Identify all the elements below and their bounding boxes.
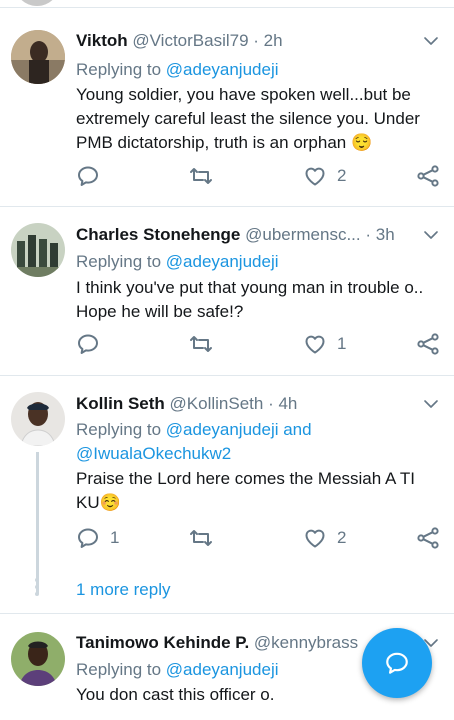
avatar[interactable] — [11, 30, 65, 84]
user-handle[interactable]: @ubermensc... — [245, 225, 361, 244]
avatar[interactable] — [11, 632, 65, 686]
heart-icon — [303, 164, 327, 188]
share-icon — [416, 164, 440, 188]
avatar[interactable] — [11, 223, 65, 277]
replying-to-second: @IwualaOkechukw2 — [76, 442, 231, 466]
user-handle[interactable]: @KollinSeth — [170, 394, 264, 413]
timestamp[interactable]: · 4h — [268, 394, 297, 413]
retweet-button[interactable] — [189, 332, 213, 356]
share-icon — [416, 526, 440, 550]
tweet-charles[interactable]: Charles Stonehenge @ubermensc... · 3h Re… — [0, 207, 454, 376]
like-button[interactable]: 2 — [303, 526, 346, 550]
display-name[interactable]: Charles Stonehenge — [76, 225, 240, 244]
user-handle[interactable]: @VictorBasil79 — [132, 31, 248, 50]
timestamp[interactable]: · 3h — [365, 225, 394, 244]
like-count: 2 — [337, 166, 347, 185]
mention-link[interactable]: @adeyanjudeji — [166, 60, 279, 79]
replying-to-label: Replying to — [76, 660, 166, 679]
tweet-header: Tanimowo Kehinde P. @kennybrass · — [76, 632, 364, 654]
replying-to: Replying to @adeyanjudeji — [76, 250, 279, 274]
chevron-down-icon[interactable] — [422, 32, 440, 50]
tweet-header: Charles Stonehenge @ubermensc... · 3h — [76, 224, 414, 246]
mention-link[interactable]: @adeyanjudeji and — [166, 420, 312, 439]
tweet-kollin[interactable]: Kollin Seth @KollinSeth · 4h Replying to… — [0, 376, 454, 614]
tweet-header: Viktoh @VictorBasil79 · 2h — [76, 30, 414, 52]
compose-reply-icon — [386, 652, 408, 674]
reply-button[interactable] — [76, 164, 100, 188]
tweet-header: Kollin Seth @KollinSeth · 4h — [76, 393, 414, 415]
compose-reply-button[interactable] — [362, 628, 432, 698]
chevron-down-icon[interactable] — [422, 226, 440, 244]
tweet-text: Young soldier, you have spoken well...bu… — [76, 85, 420, 152]
timestamp[interactable]: · 2h — [253, 31, 282, 50]
retweet-button[interactable] — [189, 526, 213, 550]
like-count: 1 — [337, 334, 347, 353]
tweet-text: Praise the Lord here comes the Messiah A… — [76, 469, 415, 512]
more-replies-link[interactable]: 1 more reply — [76, 580, 170, 600]
heart-icon — [303, 526, 327, 550]
top-divider — [0, 0, 454, 8]
tweet-viktoh[interactable]: Viktoh @VictorBasil79 · 2h Replying to @… — [0, 12, 454, 207]
tweet-actions: 1 2 — [76, 526, 442, 552]
more-replies-dots — [35, 578, 39, 599]
display-name[interactable]: Kollin Seth — [76, 394, 165, 413]
replying-to-label: Replying to — [76, 420, 166, 439]
reply-icon — [76, 164, 100, 188]
replying-to-label: Replying to — [76, 60, 166, 79]
share-button[interactable] — [416, 526, 440, 550]
heart-icon — [303, 332, 327, 356]
reply-count: 1 — [110, 528, 120, 547]
user-handle[interactable]: @kennybrass — [254, 633, 358, 652]
retweet-icon — [189, 164, 213, 188]
tweet-text: You don cast this officer o. — [76, 685, 275, 704]
replying-to: Replying to @adeyanjudeji — [76, 58, 279, 82]
retweet-icon — [189, 526, 213, 550]
share-button[interactable] — [416, 332, 440, 356]
thread-line — [36, 452, 39, 594]
chevron-down-icon[interactable] — [422, 395, 440, 413]
tweet-actions: 2 — [76, 164, 442, 190]
display-name[interactable]: Tanimowo Kehinde P. — [76, 633, 249, 652]
retweet-icon — [189, 332, 213, 356]
reply-button[interactable] — [76, 332, 100, 356]
like-button[interactable]: 1 — [303, 332, 346, 356]
share-icon — [416, 332, 440, 356]
avatar[interactable] — [11, 392, 65, 446]
like-button[interactable]: 2 — [303, 164, 346, 188]
mention-link[interactable]: @IwualaOkechukw2 — [76, 444, 231, 463]
mention-link[interactable]: @adeyanjudeji — [166, 660, 279, 679]
reply-icon — [76, 332, 100, 356]
tweet-text: I think you've put that young man in tro… — [76, 278, 424, 321]
like-count: 2 — [337, 528, 347, 547]
mention-link[interactable]: @adeyanjudeji — [166, 252, 279, 271]
reply-icon — [76, 526, 100, 550]
display-name[interactable]: Viktoh — [76, 31, 128, 50]
tweet-actions: 1 — [76, 332, 442, 358]
replying-to: Replying to @adeyanjudeji — [76, 658, 279, 682]
retweet-button[interactable] — [189, 164, 213, 188]
replying-to: Replying to @adeyanjudeji and — [76, 418, 312, 442]
reply-button[interactable]: 1 — [76, 526, 119, 550]
share-button[interactable] — [416, 164, 440, 188]
replying-to-label: Replying to — [76, 252, 166, 271]
